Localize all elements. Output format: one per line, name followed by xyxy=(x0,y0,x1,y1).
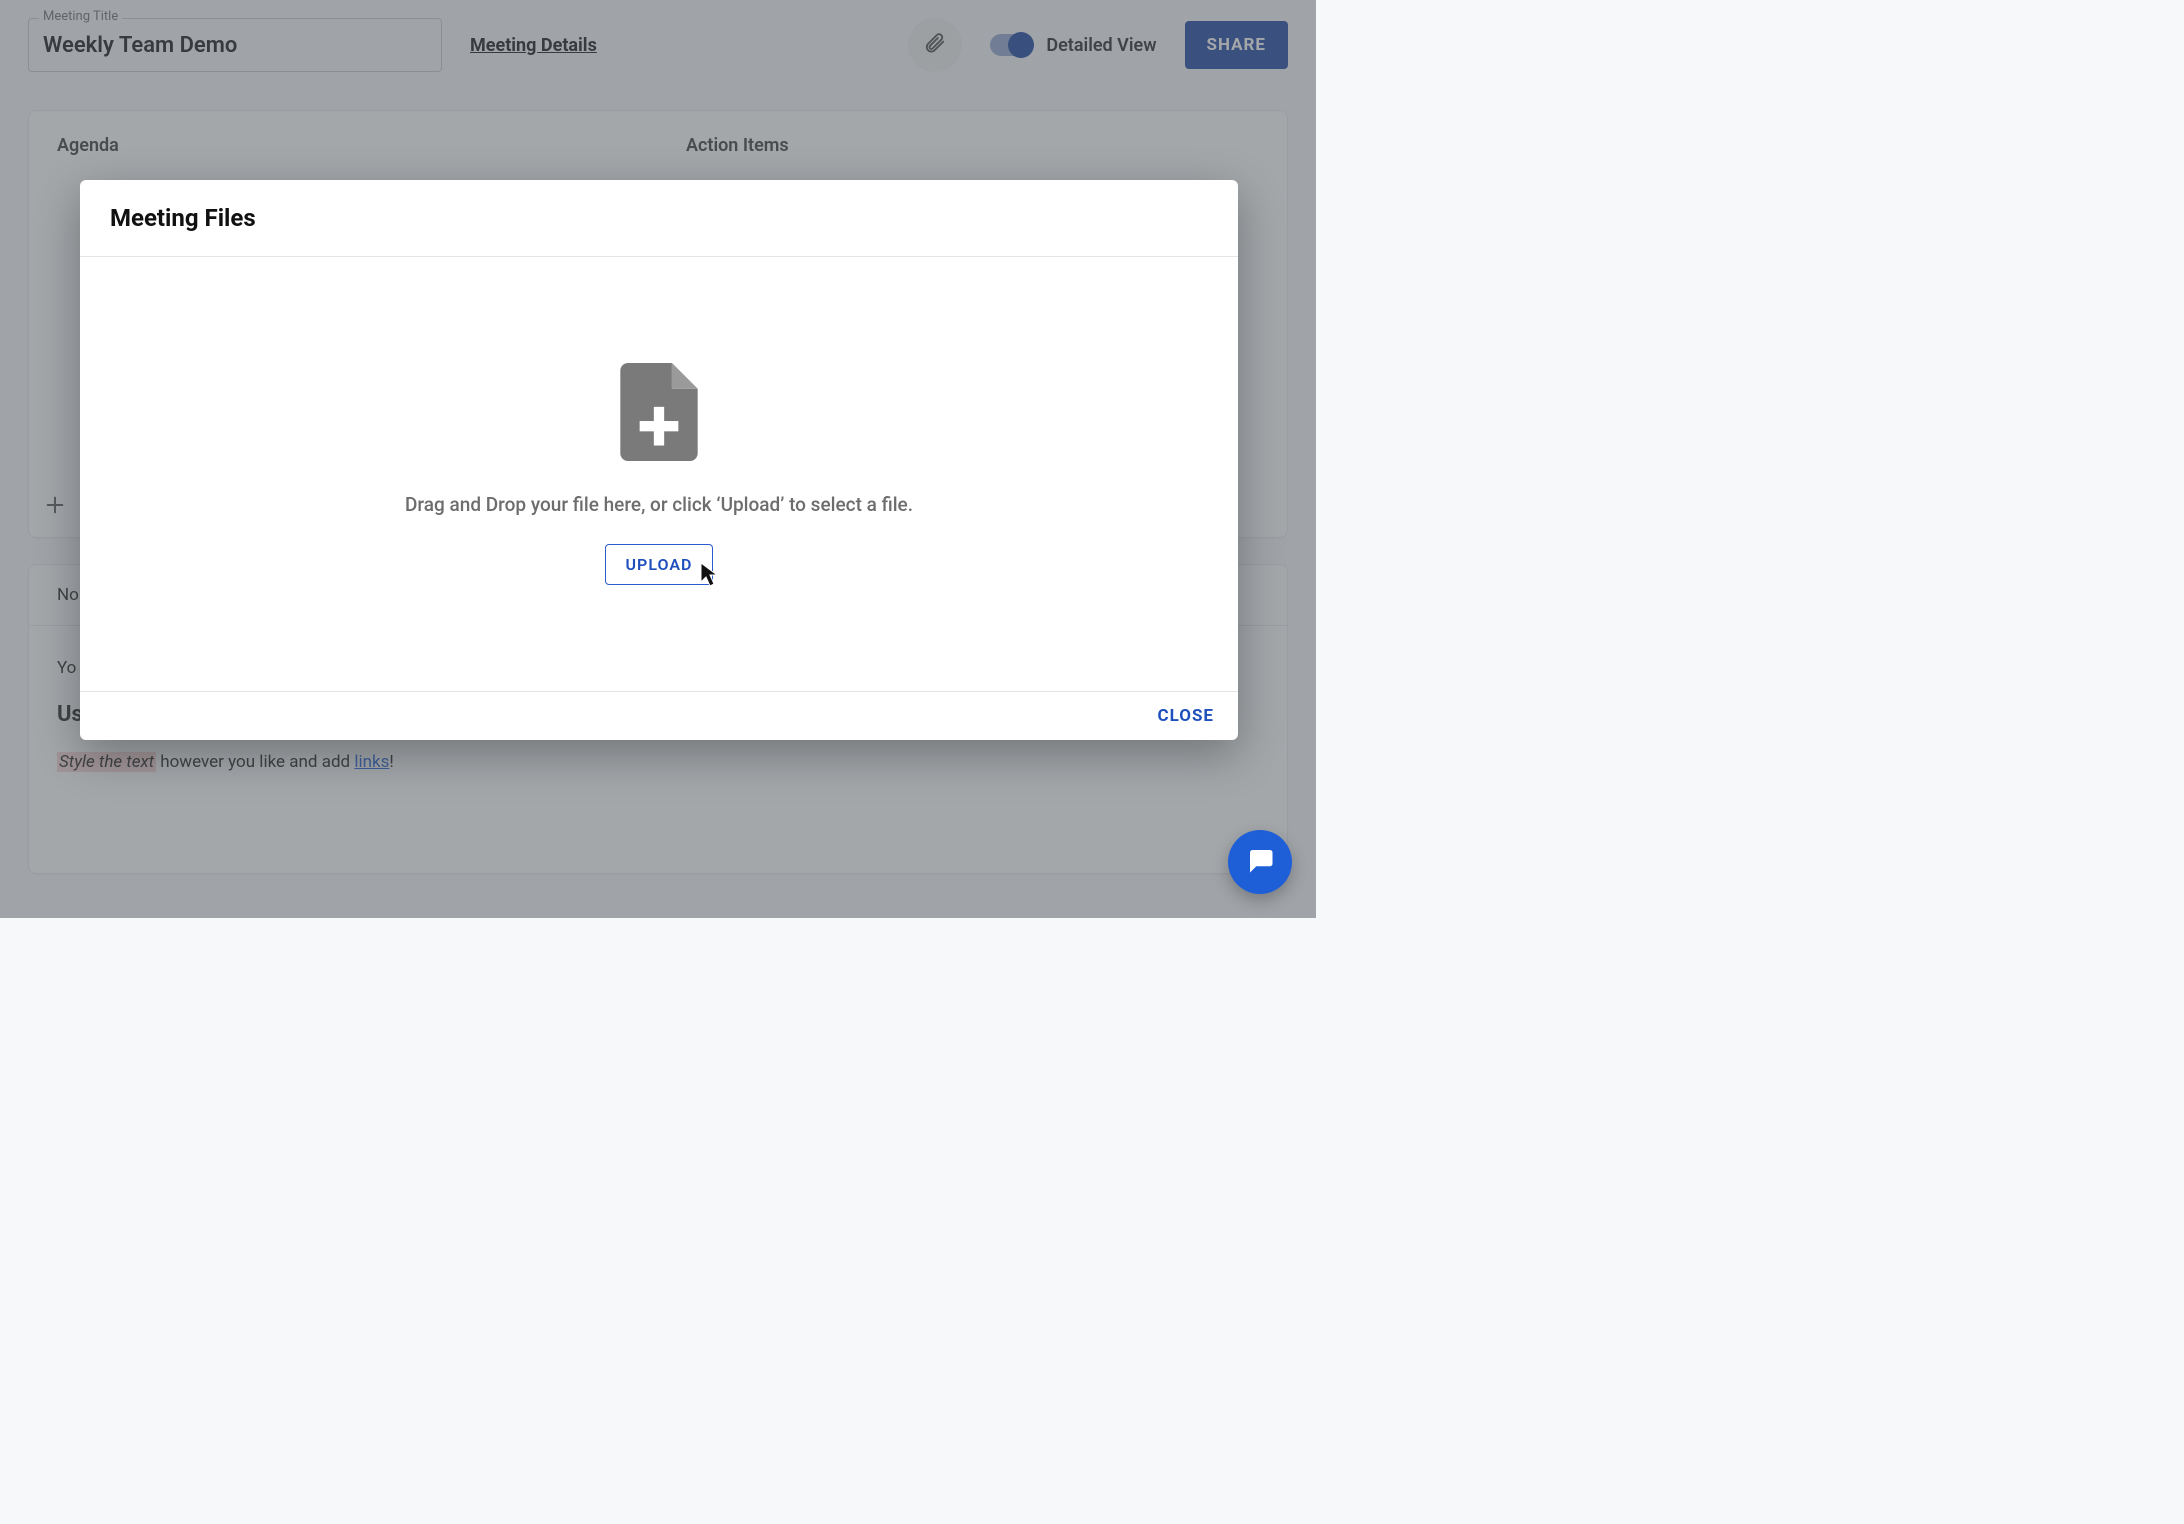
chat-icon xyxy=(1245,845,1275,879)
meeting-files-modal: Meeting Files Drag and Drop your file he… xyxy=(80,180,1238,740)
modal-title: Meeting Files xyxy=(110,204,1208,232)
drop-instruction-text: Drag and Drop your file here, or click ‘… xyxy=(405,493,913,516)
modal-footer: CLOSE xyxy=(80,692,1238,740)
file-add-icon xyxy=(620,363,698,465)
upload-button[interactable]: UPLOAD xyxy=(605,544,714,585)
modal-header: Meeting Files xyxy=(80,180,1238,257)
help-chat-button[interactable] xyxy=(1228,830,1292,894)
close-button[interactable]: CLOSE xyxy=(1157,706,1214,726)
file-drop-zone[interactable]: Drag and Drop your file here, or click ‘… xyxy=(80,257,1238,692)
